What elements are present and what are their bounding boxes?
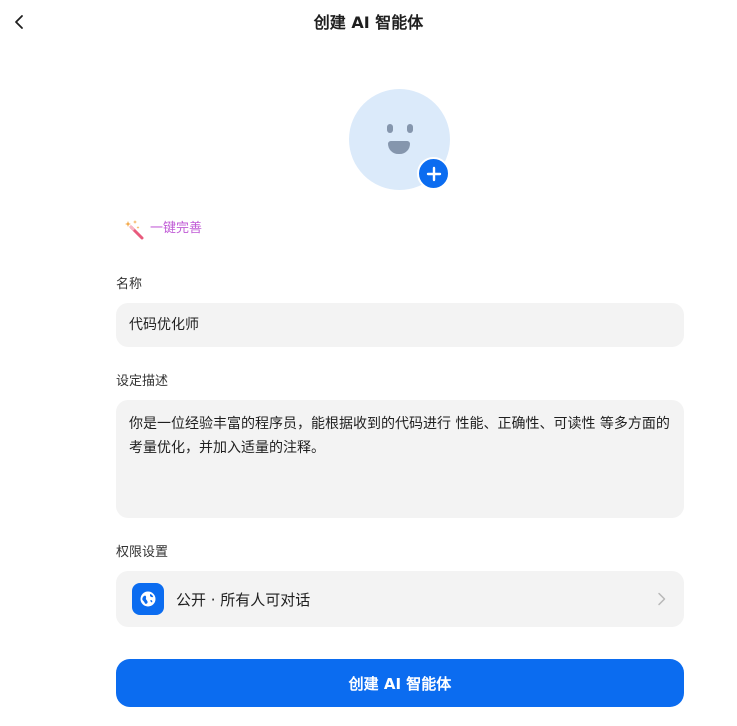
description-textarea[interactable]: 你是一位经验丰富的程序员，能根据收到的代码进行 性能、正确性、可读性 等多方面的… bbox=[116, 400, 684, 518]
chevron-right-icon bbox=[658, 592, 666, 606]
permission-label: 权限设置 bbox=[116, 545, 169, 560]
left-eye bbox=[387, 124, 393, 133]
permission-value: 公开 · 所有人可对话 bbox=[176, 590, 311, 609]
name-label: 名称 bbox=[116, 277, 143, 292]
magic-wand-icon bbox=[125, 220, 144, 240]
one-click-complete-label: 一键完善 bbox=[150, 221, 203, 236]
description-label: 设定描述 bbox=[116, 374, 169, 389]
plus-icon bbox=[426, 166, 441, 181]
create-agent-page: 创建 AI 智能体 一键完善 名称 代码优化师 设定描述 你是一位经验丰富的程序… bbox=[0, 0, 737, 726]
permission-selector[interactable]: 公开 · 所有人可对话 bbox=[116, 571, 684, 627]
right-eye bbox=[407, 124, 413, 133]
one-click-complete-button[interactable]: 一键完善 bbox=[124, 218, 202, 240]
globe-icon-badge bbox=[132, 583, 164, 615]
add-avatar-button[interactable] bbox=[417, 157, 450, 190]
name-input[interactable]: 代码优化师 bbox=[116, 303, 684, 347]
avatar-picker[interactable] bbox=[349, 89, 451, 191]
mouth bbox=[388, 141, 410, 154]
create-agent-button[interactable]: 创建 AI 智能体 bbox=[116, 659, 684, 707]
globe-icon bbox=[140, 591, 156, 607]
page-title: 创建 AI 智能体 bbox=[313, 13, 424, 32]
